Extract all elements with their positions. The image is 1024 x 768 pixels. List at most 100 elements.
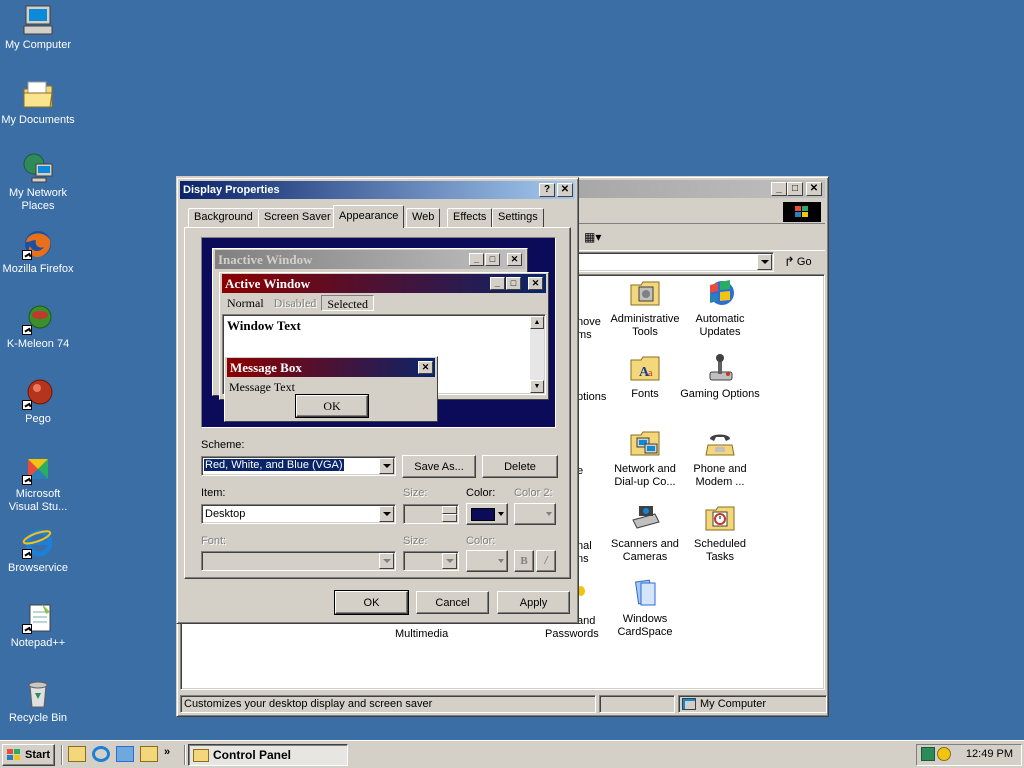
taskbar-task-control-panel[interactable]: Control Panel — [188, 744, 348, 766]
cp-item-automatic-updates[interactable]: Automatic Updates — [680, 277, 760, 339]
network-icon — [22, 152, 54, 184]
font-color-button — [466, 550, 508, 572]
cp-item-fonts[interactable]: Aa Fonts — [605, 352, 685, 401]
color-picker-button[interactable] — [466, 503, 508, 525]
chevron-down-icon — [498, 559, 504, 563]
item-select[interactable]: Desktop — [201, 504, 396, 524]
color-swatch — [471, 507, 495, 521]
gaming-icon — [704, 352, 736, 384]
views-icon[interactable]: ▦▾ — [584, 230, 608, 244]
windows-logo-icon — [783, 202, 821, 222]
close-icon[interactable]: ✕ — [806, 182, 822, 196]
phone-modem-icon — [704, 427, 736, 459]
chevron-down-icon[interactable] — [379, 458, 394, 474]
explorer-icon[interactable] — [140, 746, 158, 762]
desktop-icon-label: My Computer — [4, 39, 72, 51]
appearance-preview[interactable]: Inactive Window _ □ ✕ Active Window _ □ … — [201, 237, 556, 428]
desktop-icon-visual-studio[interactable]: Microsoft Visual Stu... — [0, 453, 76, 514]
quick-launch-more-icon[interactable]: » — [164, 746, 174, 762]
show-desktop-icon[interactable] — [68, 746, 86, 762]
desktop-icon-label: Pego — [25, 413, 51, 425]
ok-button[interactable]: OK — [334, 590, 409, 615]
tab-settings[interactable]: Settings — [492, 208, 544, 227]
maximize-icon: □ — [485, 253, 500, 266]
scheduled-tasks-icon — [704, 502, 736, 534]
italic-button: / — [536, 550, 556, 572]
go-button[interactable]: ↱ Go — [784, 254, 824, 270]
desktop-icon-label: My Documents — [1, 114, 75, 126]
preview-menu-selected: Selected — [321, 295, 374, 311]
partial-label: nal — [577, 540, 592, 552]
desktop-icon-my-computer[interactable]: My Computer — [0, 4, 76, 52]
status-text: Customizes your desktop display and scre… — [180, 695, 596, 713]
pego-icon — [22, 378, 54, 410]
notepad-icon — [22, 602, 54, 634]
kmeleon-icon — [22, 303, 54, 335]
tab-effects[interactable]: Effects — [447, 208, 493, 227]
chevron-down-icon[interactable] — [379, 506, 394, 522]
bold-button: B — [514, 550, 534, 572]
shortcut-arrow-icon — [22, 549, 32, 559]
font-color-label: Color: — [466, 535, 496, 547]
network-dialup-icon — [629, 427, 661, 459]
delete-button[interactable]: Delete — [482, 455, 558, 478]
cardspace-icon — [629, 577, 661, 609]
desktop-icon-recycle-bin[interactable]: Recycle Bin — [0, 677, 76, 725]
partial-label: and — [577, 615, 596, 627]
cp-item-windows-cardspace[interactable]: Windows CardSpace — [605, 577, 685, 639]
outlook-express-icon[interactable] — [116, 746, 134, 762]
scroll-down-icon: ▼ — [530, 380, 544, 393]
start-button[interactable]: Start — [2, 744, 55, 766]
network-tray-icon[interactable] — [921, 747, 935, 761]
cancel-button[interactable]: Cancel — [416, 591, 489, 614]
save-as-button[interactable]: Save As... — [402, 455, 476, 478]
tab-screen-saver[interactable]: Screen Saver — [258, 208, 337, 227]
cp-item-scanners-cameras[interactable]: Scanners and Cameras — [605, 502, 685, 564]
close-icon[interactable]: ✕ — [557, 183, 573, 197]
font-size-select — [403, 551, 459, 571]
taskbar: Start » Control Panel 12:49 PM — [0, 740, 1024, 768]
shortcut-arrow-icon — [22, 400, 32, 410]
minimize-icon[interactable]: _ — [771, 182, 787, 196]
tab-appearance[interactable]: Appearance — [333, 205, 405, 228]
partial-label: ptions — [577, 391, 607, 403]
svg-text:a: a — [648, 368, 653, 379]
desktop-icon-pego[interactable]: Pego — [0, 378, 76, 426]
tab-web[interactable]: Web — [406, 208, 441, 227]
cp-item-phone-modem[interactable]: Phone and Modem ... — [680, 427, 760, 489]
desktop-icon-label: Recycle Bin — [8, 712, 68, 724]
preview-window-text: Window Text — [227, 318, 301, 333]
maximize-icon[interactable]: □ — [787, 182, 803, 196]
desktop-icon-network-places[interactable]: My Network Places — [0, 152, 76, 213]
taskbar-separator — [61, 745, 63, 765]
desktop-icon-browservice[interactable]: Browservice — [0, 527, 76, 575]
tab-background[interactable]: Background — [188, 208, 259, 227]
desktop-icon-kmeleon[interactable]: K-Meleon 74 — [0, 303, 76, 351]
desktop-icon-notepadpp[interactable]: Notepad++ — [0, 602, 76, 650]
shortcut-arrow-icon — [22, 250, 32, 260]
desktop-icon-my-documents[interactable]: My Documents — [0, 79, 76, 127]
scheme-select[interactable]: Red, White, and Blue (VGA) — [201, 456, 396, 476]
font-label: Font: — [201, 535, 227, 547]
taskbar-separator — [184, 745, 186, 765]
desktop-icon-firefox[interactable]: Mozilla Firefox — [0, 228, 76, 276]
ie-icon[interactable] — [92, 746, 110, 762]
partial-label: Multimedia — [395, 628, 449, 640]
apply-button[interactable]: Apply — [497, 591, 570, 614]
clock[interactable]: 12:49 PM — [966, 748, 1013, 760]
help-icon[interactable]: ? — [539, 183, 555, 197]
cp-item-gaming-options[interactable]: Gaming Options — [680, 352, 760, 401]
cp-item-admin-tools[interactable]: Administrative Tools — [605, 277, 685, 339]
cp-item-network-dialup[interactable]: Network and Dial-up Co... — [605, 427, 685, 489]
recycle-bin-icon — [22, 677, 54, 709]
dialog-titlebar[interactable]: Display Properties ? ✕ — [180, 181, 575, 199]
color2-picker-button — [514, 503, 556, 525]
cp-item-scheduled-tasks[interactable]: Scheduled Tasks — [680, 502, 760, 564]
preview-msgbox-text: Message Text — [229, 380, 295, 394]
minimize-icon: _ — [490, 277, 505, 290]
close-icon: ✕ — [507, 253, 522, 266]
volume-tray-icon[interactable] — [937, 747, 951, 761]
preview-message-box[interactable]: Message Box ✕ Message Text OK — [224, 356, 438, 422]
admin-tools-icon — [629, 277, 661, 309]
item-label: Item: — [201, 487, 226, 499]
